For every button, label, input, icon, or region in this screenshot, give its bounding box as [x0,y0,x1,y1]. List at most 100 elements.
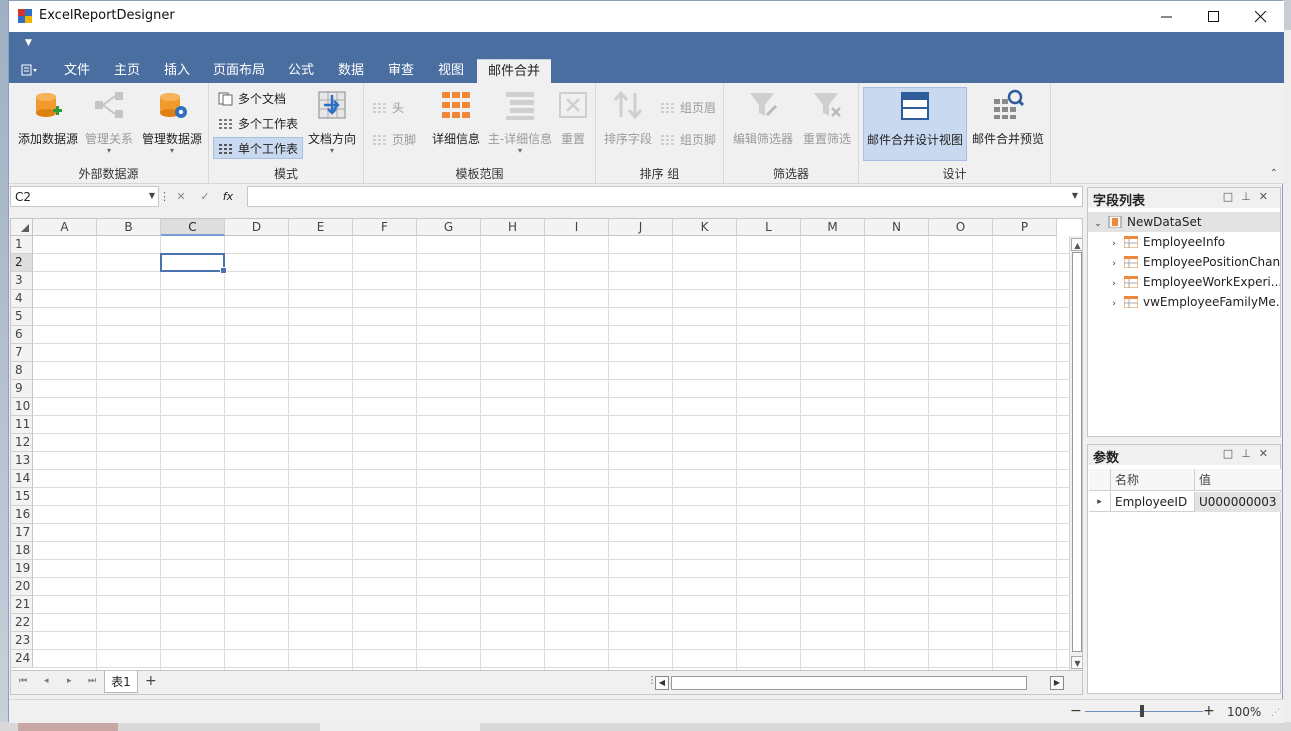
reset-filter-button[interactable]: 重置筛选 [798,89,856,147]
last-sheet-icon[interactable]: ⏭ [88,676,96,686]
row-header[interactable]: 16 [11,506,33,524]
tab-file[interactable]: 文件 [57,59,97,83]
column-header[interactable]: C [161,219,225,236]
footer-button[interactable]: 页脚 [372,129,416,151]
param-value[interactable]: U000000003 [1195,492,1281,512]
prev-sheet-icon[interactable]: ◂ [44,676,49,686]
close-button[interactable] [1238,1,1284,32]
column-header[interactable]: F [353,219,417,236]
column-header[interactable]: I [545,219,609,236]
column-header[interactable]: G [417,219,481,236]
vertical-scroll-thumb[interactable] [1072,252,1082,652]
column-header[interactable]: P [993,219,1057,236]
float-panel-icon[interactable]: □ [1223,447,1241,460]
tree-item[interactable]: › EmployeeInfo [1088,232,1280,252]
group-header-button[interactable]: 组页眉 [660,97,716,119]
column-header[interactable]: H [481,219,545,236]
edit-filter-button[interactable]: 编辑筛选器 [730,89,796,147]
scroll-down-icon[interactable]: ▼ [1071,656,1082,669]
formula-input[interactable]: ▼ [247,186,1083,207]
reset-range-button[interactable]: 重置 [554,89,592,147]
pin-panel-icon[interactable]: ⊥ [1241,447,1259,460]
first-sheet-icon[interactable]: ⏮ [19,676,27,686]
sheet-tab[interactable]: 表1 [104,671,138,693]
maximize-button[interactable] [1191,1,1237,32]
horizontal-scrollbar[interactable]: ◀ ▶ [655,676,1073,690]
collapse-icon[interactable]: ⌄ [1092,214,1104,232]
scroll-up-icon[interactable]: ▲ [1071,238,1082,251]
zoom-out-icon[interactable]: − [1070,703,1082,719]
header-button[interactable]: 头 [372,97,404,119]
row-header[interactable]: 9 [11,380,33,398]
row-header[interactable]: 14 [11,470,33,488]
column-header[interactable]: E [289,219,353,236]
scroll-left-icon[interactable]: ◀ [655,676,669,690]
row-header[interactable]: 15 [11,488,33,506]
add-sheet-icon[interactable]: + [145,673,157,689]
row-header[interactable]: 1 [11,236,33,254]
row-header[interactable]: 21 [11,596,33,614]
close-panel-icon[interactable]: ✕ [1259,447,1276,460]
row-header[interactable]: 2 [11,254,33,272]
row-header[interactable]: 23 [11,632,33,650]
group-footer-button[interactable]: 组页脚 [660,129,716,151]
expand-icon[interactable]: › [1108,234,1120,252]
cancel-formula-icon[interactable]: ✕ [170,186,192,207]
parameter-row[interactable]: ▸ EmployeeID U000000003 [1089,492,1281,512]
tab-view[interactable]: 视图 [431,59,471,83]
horizontal-scroll-thumb[interactable] [671,676,1027,690]
pin-panel-icon[interactable]: ⊥ [1241,190,1259,203]
tree-item[interactable]: › vwEmployeeFamilyMe... [1088,292,1280,312]
app-menu-icon[interactable] [21,64,37,76]
collapse-ribbon-icon[interactable]: ⌃ [1270,168,1278,179]
tree-item[interactable]: › EmployeeWorkExperi... [1088,272,1280,292]
tab-insert[interactable]: 插入 [157,59,197,83]
column-header[interactable]: O [929,219,993,236]
column-header[interactable]: A [33,219,97,236]
expand-icon[interactable]: › [1108,274,1120,292]
row-header[interactable]: 20 [11,578,33,596]
tab-data[interactable]: 数据 [331,59,371,83]
row-header[interactable]: 6 [11,326,33,344]
quick-access-dropdown-icon[interactable]: ▼ [25,38,35,48]
scroll-right-icon[interactable]: ▶ [1050,676,1064,690]
float-panel-icon[interactable]: □ [1223,190,1241,203]
zoom-level[interactable]: 100% [1227,705,1261,719]
column-header[interactable]: D [225,219,289,236]
row-header[interactable]: 19 [11,560,33,578]
tree-item[interactable]: › EmployeePositionChan... [1088,252,1280,272]
sort-field-button[interactable]: 排序字段 [600,89,656,147]
insert-function-icon[interactable]: fx [217,186,239,207]
row-header[interactable]: 17 [11,524,33,542]
detail-button[interactable]: 详细信息 [426,89,486,147]
row-header[interactable]: 10 [11,398,33,416]
tab-page-layout[interactable]: 页面布局 [207,59,271,83]
document-direction-button[interactable]: 文档方向 ▾ [305,89,359,155]
column-header[interactable]: M [801,219,865,236]
add-datasource-button[interactable]: 添加数据源 [15,89,81,147]
minimize-button[interactable] [1144,1,1190,32]
multi-document-button[interactable]: 多个文档 [214,88,290,110]
formula-splitter-icon[interactable]: ⋮ [159,186,170,207]
zoom-in-icon[interactable]: + [1203,703,1215,719]
master-detail-button[interactable]: 主-详细信息 ▾ [486,89,554,155]
row-expand-icon[interactable]: ▸ [1089,492,1111,512]
tab-formulas[interactable]: 公式 [281,59,321,83]
single-sheet-button[interactable]: 单个工作表 [213,137,304,159]
zoom-slider-thumb[interactable] [1140,705,1144,717]
zoom-slider[interactable] [1085,711,1203,712]
row-header[interactable]: 4 [11,290,33,308]
row-header[interactable]: 5 [11,308,33,326]
merge-preview-button[interactable]: 邮件合并预览 [969,89,1047,147]
column-header[interactable]: N [865,219,929,236]
spreadsheet-grid[interactable]: A B C D E F G H I J K L M N O P 1 2 3 4 5 6 7 8 9 10 11 12 13 14 15 16 1… [10,218,1083,671]
row-header[interactable]: 7 [11,344,33,362]
select-all-corner[interactable] [11,219,33,236]
column-header[interactable]: B [97,219,161,236]
column-header[interactable]: J [609,219,673,236]
row-header[interactable]: 3 [11,272,33,290]
merge-design-view-button[interactable]: 邮件合并设计视图 [863,87,967,161]
manage-relations-button[interactable]: 管理关系 ▾ [81,89,137,155]
expand-icon[interactable]: › [1108,254,1120,272]
row-header[interactable]: 24 [11,650,33,668]
